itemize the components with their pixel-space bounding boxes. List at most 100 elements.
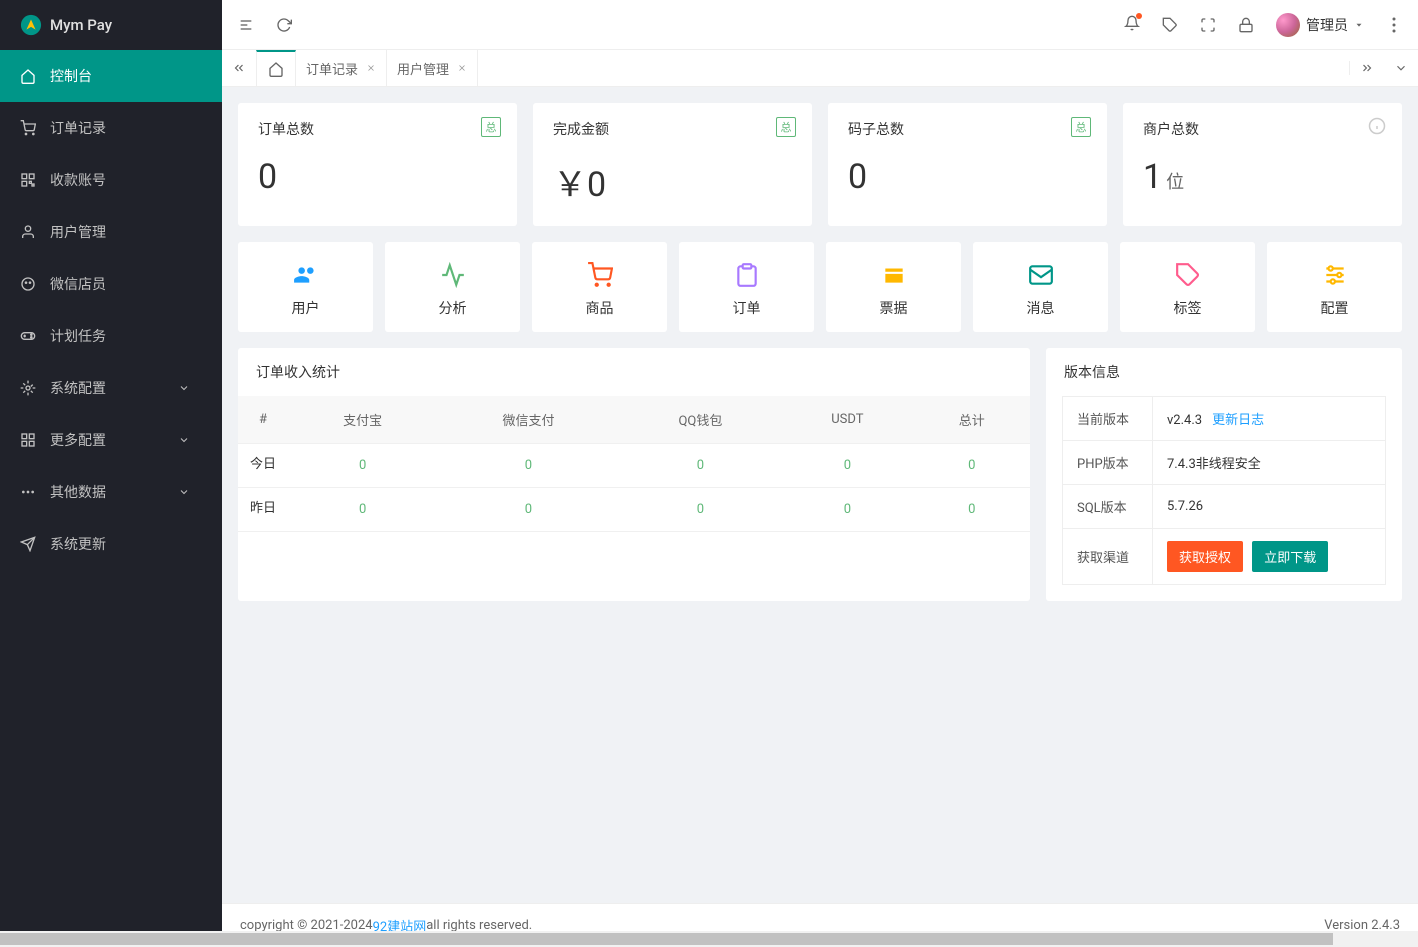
download-button[interactable]: 立即下载 bbox=[1252, 541, 1328, 572]
lock-icon[interactable] bbox=[1238, 17, 1254, 33]
quick-invoices[interactable]: 票据 bbox=[826, 242, 961, 332]
stat-label: 商户总数 bbox=[1143, 119, 1382, 139]
quick-messages[interactable]: 消息 bbox=[973, 242, 1108, 332]
tag-icon bbox=[1175, 262, 1201, 288]
user-menu[interactable]: 管理员 bbox=[1276, 13, 1364, 37]
sidebar-item-orders[interactable]: 订单记录 bbox=[0, 102, 222, 154]
sidebar-item-label: 微信店员 bbox=[50, 274, 106, 294]
table-header: QQ钱包 bbox=[620, 396, 782, 444]
table-row: 今日 0 0 0 0 0 bbox=[238, 444, 1030, 488]
changelog-link[interactable]: 更新日志 bbox=[1212, 413, 1264, 428]
chevron-down-icon bbox=[178, 434, 190, 446]
table-header: 支付宝 bbox=[288, 396, 437, 444]
quick-config[interactable]: 配置 bbox=[1267, 242, 1402, 332]
tab-menu[interactable] bbox=[1384, 61, 1418, 75]
cell: 0 bbox=[437, 444, 619, 488]
stat-value: 1位 bbox=[1143, 157, 1382, 197]
sidebar-item-users[interactable]: 用户管理 bbox=[0, 206, 222, 258]
table-row: 昨日 0 0 0 0 0 bbox=[238, 488, 1030, 532]
sidebar-item-dashboard[interactable]: 控制台 bbox=[0, 50, 222, 102]
quick-row: 用户 分析 商品 订单 票据 消息 标签 配置 bbox=[238, 242, 1402, 332]
table-header: 微信支付 bbox=[437, 396, 619, 444]
quick-analytics[interactable]: 分析 bbox=[385, 242, 520, 332]
wechat-icon bbox=[20, 276, 36, 292]
panel-title: 版本信息 bbox=[1046, 348, 1402, 396]
user-name: 管理员 bbox=[1306, 15, 1348, 35]
tabbar: 订单记录 用户管理 bbox=[222, 50, 1418, 87]
stat-card-amount: 完成金额 总 ￥0 bbox=[533, 103, 812, 226]
tag-icon[interactable] bbox=[1162, 17, 1178, 33]
cell: 0 bbox=[437, 488, 619, 532]
sidebar-item-system-config[interactable]: 系统配置 bbox=[0, 362, 222, 414]
tab-scroll-right[interactable] bbox=[1350, 61, 1384, 75]
stats-row: 订单总数 总 0 完成金额 总 ￥0 码子总数 总 0 商户总数 1位 bbox=[238, 103, 1402, 226]
info-key: 获取渠道 bbox=[1063, 529, 1153, 585]
table-row: 当前版本 v2.4.3更新日志 bbox=[1063, 397, 1386, 441]
quick-label: 标签 bbox=[1174, 298, 1202, 318]
clipboard-icon bbox=[734, 262, 760, 288]
quick-label: 用户 bbox=[292, 298, 320, 318]
chevron-double-left-icon bbox=[232, 61, 246, 75]
sidebar-item-label: 收款账号 bbox=[50, 170, 106, 190]
dots-icon bbox=[20, 484, 36, 500]
close-icon[interactable] bbox=[366, 63, 376, 73]
info-key: SQL版本 bbox=[1063, 485, 1153, 529]
row-header: 昨日 bbox=[238, 488, 288, 532]
info-icon[interactable] bbox=[1368, 117, 1386, 135]
sidebar-item-tasks[interactable]: 计划任务 bbox=[0, 310, 222, 362]
sidebar-item-more-config[interactable]: 更多配置 bbox=[0, 414, 222, 466]
quick-products[interactable]: 商品 bbox=[532, 242, 667, 332]
app-name: Mym Pay bbox=[50, 16, 112, 34]
logo[interactable]: Mym Pay bbox=[0, 0, 222, 50]
quick-orders[interactable]: 订单 bbox=[679, 242, 814, 332]
tab-orders[interactable]: 订单记录 bbox=[296, 50, 387, 86]
table-header: USDT bbox=[781, 396, 913, 444]
sidebar-item-label: 系统更新 bbox=[50, 534, 106, 554]
sidebar-item-label: 计划任务 bbox=[50, 326, 106, 346]
cell: 0 bbox=[914, 444, 1030, 488]
sidebar-item-other-data[interactable]: 其他数据 bbox=[0, 466, 222, 518]
tab-label: 订单记录 bbox=[306, 59, 358, 78]
quick-label: 消息 bbox=[1027, 298, 1055, 318]
sidebar-item-system-update[interactable]: 系统更新 bbox=[0, 518, 222, 570]
activity-icon bbox=[440, 262, 466, 288]
sidebar-item-label: 用户管理 bbox=[50, 222, 106, 242]
scrollbar-thumb[interactable] bbox=[0, 933, 1333, 945]
tab-users[interactable]: 用户管理 bbox=[387, 50, 478, 86]
quick-tags[interactable]: 标签 bbox=[1120, 242, 1255, 332]
cell: 0 bbox=[288, 444, 437, 488]
chevron-down-icon bbox=[178, 486, 190, 498]
cell: 0 bbox=[288, 488, 437, 532]
sidebar-item-label: 订单记录 bbox=[50, 118, 106, 138]
cart-icon bbox=[20, 120, 36, 136]
info-value: v2.4.3更新日志 bbox=[1153, 397, 1386, 441]
tab-scroll-left[interactable] bbox=[222, 50, 256, 86]
stat-label: 码子总数 bbox=[848, 119, 1087, 139]
info-key: 当前版本 bbox=[1063, 397, 1153, 441]
more-icon[interactable] bbox=[1386, 17, 1402, 33]
chevron-down-icon bbox=[1394, 61, 1408, 75]
menu-collapse-icon[interactable] bbox=[238, 17, 254, 33]
sidebar-item-wechat-staff[interactable]: 微信店员 bbox=[0, 258, 222, 310]
info-key: PHP版本 bbox=[1063, 441, 1153, 485]
notifications-button[interactable] bbox=[1124, 15, 1140, 35]
stat-card-orders: 订单总数 总 0 bbox=[238, 103, 517, 226]
quick-users[interactable]: 用户 bbox=[238, 242, 373, 332]
grid-icon bbox=[20, 432, 36, 448]
folder-icon bbox=[881, 262, 907, 288]
close-icon[interactable] bbox=[457, 63, 467, 73]
tab-home[interactable] bbox=[256, 50, 296, 86]
sidebar-item-label: 更多配置 bbox=[50, 430, 106, 450]
stat-badge: 总 bbox=[1071, 117, 1091, 137]
info-value: 获取授权 立即下载 bbox=[1153, 529, 1386, 585]
caret-down-icon bbox=[1354, 20, 1364, 30]
gear-icon bbox=[20, 380, 36, 396]
row-header: 今日 bbox=[238, 444, 288, 488]
auth-button[interactable]: 获取授权 bbox=[1167, 541, 1243, 572]
panel-title: 订单收入统计 bbox=[238, 348, 1030, 396]
sidebar-item-accounts[interactable]: 收款账号 bbox=[0, 154, 222, 206]
rocket-icon bbox=[20, 14, 42, 36]
horizontal-scrollbar[interactable] bbox=[0, 931, 1418, 947]
fullscreen-icon[interactable] bbox=[1200, 17, 1216, 33]
refresh-icon[interactable] bbox=[276, 17, 292, 33]
